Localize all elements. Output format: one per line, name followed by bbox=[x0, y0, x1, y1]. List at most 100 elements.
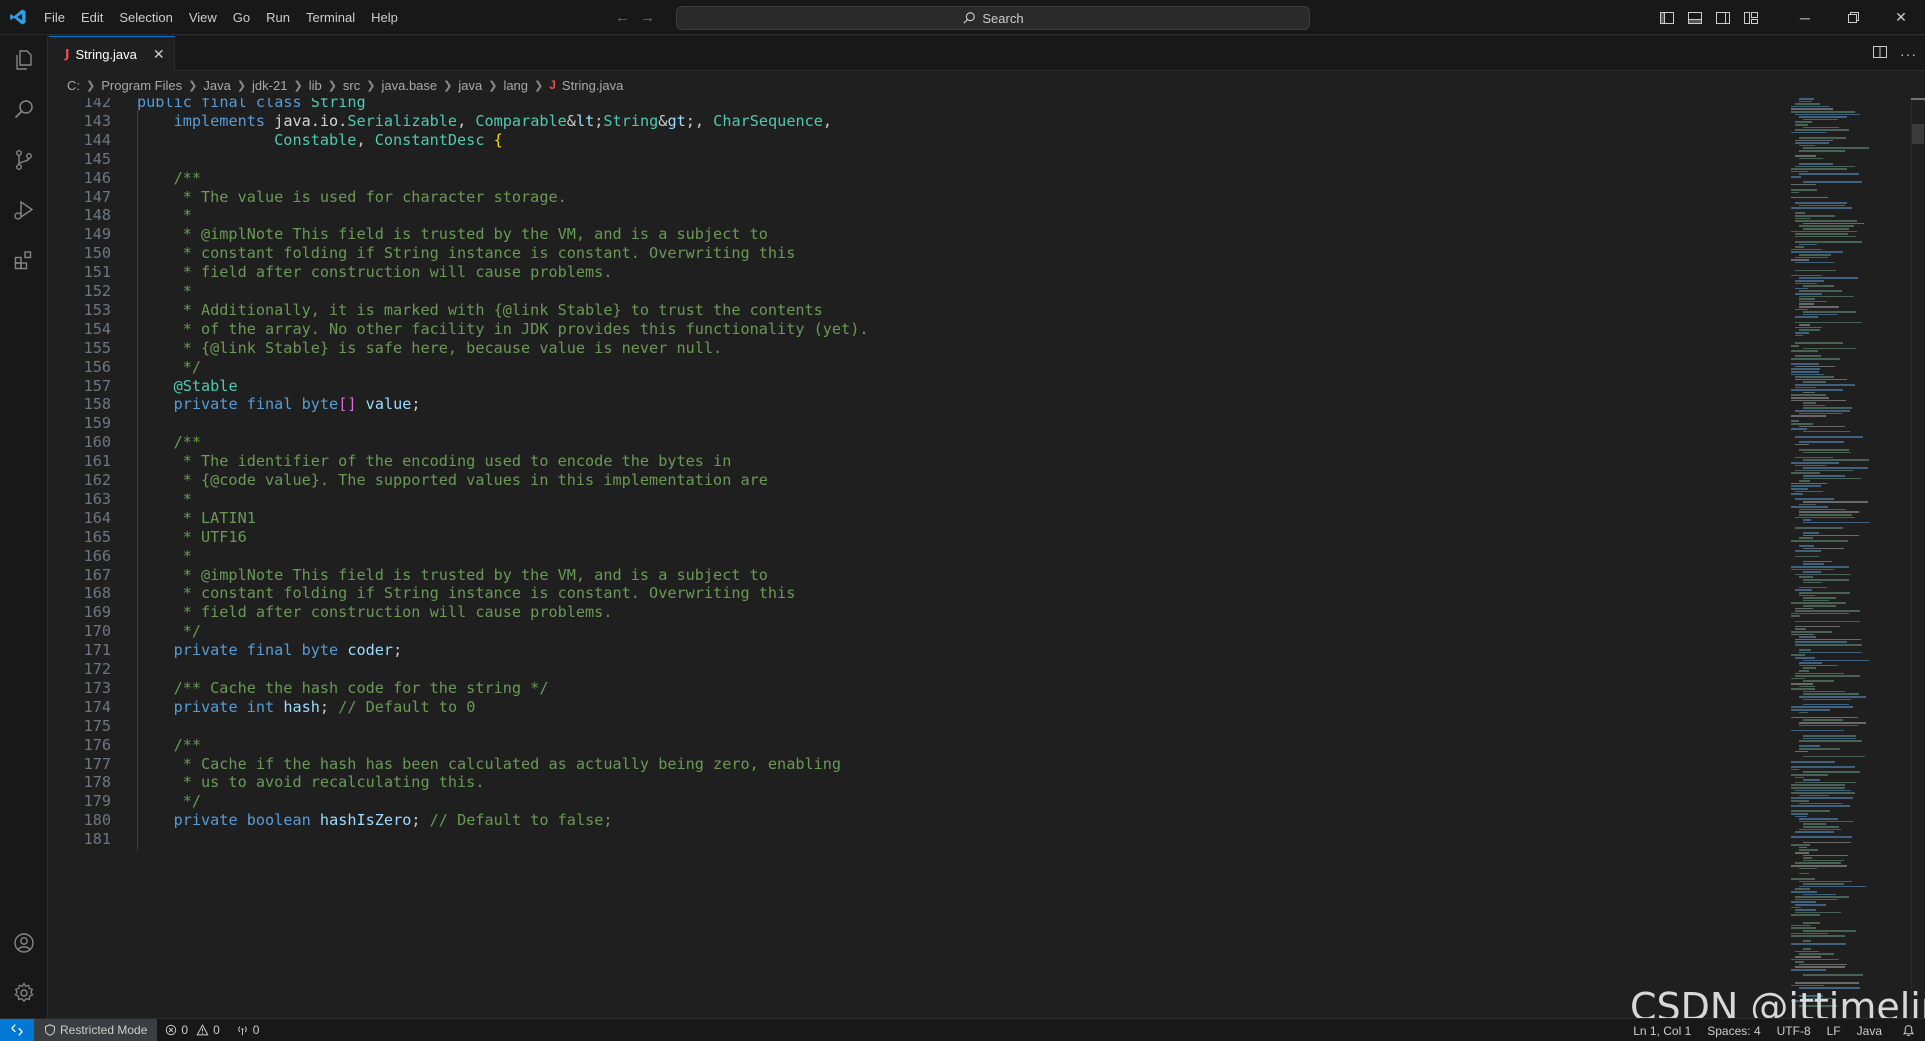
minimap-line bbox=[1803, 841, 1851, 844]
minimap-line bbox=[1795, 202, 1848, 204]
breadcrumb-segment[interactable]: Java bbox=[203, 78, 230, 93]
search-view-icon[interactable] bbox=[0, 85, 48, 135]
split-editor-icon[interactable] bbox=[1872, 44, 1888, 63]
close-window-icon[interactable]: ✕ bbox=[1877, 0, 1925, 35]
minimap-line bbox=[1795, 287, 1809, 290]
minimap-line bbox=[1795, 961, 1805, 963]
breadcrumb-segment[interactable]: Program Files bbox=[101, 78, 182, 93]
problems-indicator[interactable]: 0 0 bbox=[157, 1023, 227, 1037]
title-bar: File Edit Selection View Go Run Terminal Help ←… bbox=[0, 0, 1925, 35]
notifications-bell-icon[interactable] bbox=[1894, 1024, 1925, 1037]
minimap-line bbox=[1799, 441, 1844, 443]
breadcrumb-segment[interactable]: java.base bbox=[381, 78, 437, 93]
minimap-line bbox=[1791, 389, 1843, 391]
code-editor[interactable]: 142 public final class String 143 implemen… bbox=[49, 98, 1925, 1018]
minimap-line bbox=[1803, 771, 1860, 773]
toggle-panel-icon[interactable] bbox=[1681, 0, 1709, 35]
minimap-line bbox=[1803, 430, 1851, 433]
command-center-search[interactable]: Search bbox=[676, 6, 1310, 30]
menu-item[interactable]: Terminal bbox=[298, 0, 363, 35]
code-line: 181 bbox=[49, 828, 1789, 852]
minimap-line bbox=[1803, 222, 1865, 225]
minimap-line bbox=[1803, 854, 1849, 857]
minimap-line bbox=[1791, 568, 1834, 571]
minimap-line bbox=[1791, 189, 1817, 191]
minimap-line bbox=[1791, 677, 1806, 680]
minimap-line bbox=[1791, 373, 1824, 376]
minimap-line bbox=[1795, 573, 1852, 576]
breadcrumb-segment[interactable]: src bbox=[343, 78, 360, 93]
file-encoding[interactable]: UTF-8 bbox=[1769, 1024, 1819, 1038]
minimap-line bbox=[1795, 321, 1862, 324]
menu-item[interactable]: Run bbox=[258, 0, 298, 35]
minimap-line bbox=[1795, 113, 1861, 116]
minimap-line bbox=[1791, 602, 1846, 604]
menu-item[interactable]: Edit bbox=[73, 0, 111, 35]
indentation[interactable]: Spaces: 4 bbox=[1699, 1024, 1768, 1038]
minimap-line bbox=[1791, 633, 1814, 636]
minimap-line bbox=[1803, 690, 1846, 693]
back-arrow-icon[interactable]: ← bbox=[615, 9, 630, 26]
restore-icon[interactable] bbox=[1829, 0, 1877, 35]
manage-gear-icon[interactable] bbox=[0, 968, 48, 1018]
minimap-line bbox=[1795, 308, 1809, 311]
restricted-mode-badge[interactable]: Restricted Mode bbox=[34, 1018, 158, 1041]
customize-layout-icon[interactable] bbox=[1737, 0, 1765, 35]
forward-arrow-icon[interactable]: → bbox=[640, 9, 655, 26]
language-mode[interactable]: Java bbox=[1849, 1024, 1894, 1038]
minimap-line bbox=[1799, 157, 1823, 160]
minimap-line bbox=[1791, 797, 1853, 799]
minimap-line bbox=[1791, 274, 1823, 277]
breadcrumb-segment[interactable]: lang bbox=[503, 78, 528, 93]
minimap[interactable] bbox=[1790, 98, 1912, 1018]
breadcrumb-segment[interactable]: java bbox=[458, 78, 482, 93]
minimap-line bbox=[1795, 911, 1842, 914]
chevron-right-icon: ❯ bbox=[188, 79, 198, 92]
menu-item[interactable]: View bbox=[181, 0, 225, 35]
minimap-line bbox=[1795, 516, 1856, 519]
close-tab-icon[interactable]: ✕ bbox=[153, 46, 165, 63]
menu-item[interactable]: Selection bbox=[111, 0, 180, 35]
minimap-line bbox=[1803, 501, 1869, 503]
minimap-line bbox=[1803, 347, 1857, 350]
minimap-line bbox=[1799, 329, 1820, 331]
breadcrumb-segment[interactable]: lib bbox=[309, 78, 322, 93]
explorer-icon[interactable] bbox=[0, 35, 48, 85]
breadcrumb-segment[interactable]: jdk-21 bbox=[252, 78, 287, 93]
minimap-line bbox=[1795, 555, 1820, 558]
minimap-line bbox=[1799, 963, 1848, 966]
minimap-line bbox=[1799, 306, 1839, 308]
minimap-line bbox=[1791, 969, 1826, 971]
minimap-line bbox=[1803, 311, 1857, 313]
breadcrumb-file[interactable]: String.java bbox=[562, 78, 623, 93]
minimap-line bbox=[1795, 103, 1821, 105]
tab-string-java[interactable]: J String.java ✕ bbox=[49, 36, 175, 71]
minimap-line bbox=[1795, 909, 1816, 911]
minimap-line bbox=[1803, 285, 1834, 287]
chevron-right-icon: ❯ bbox=[366, 79, 376, 92]
warning-icon bbox=[196, 1024, 209, 1036]
ports-indicator[interactable]: 0 bbox=[228, 1023, 268, 1037]
minimap-line bbox=[1795, 233, 1849, 235]
more-actions-icon[interactable]: ··· bbox=[1900, 46, 1917, 62]
menu-item[interactable]: Help bbox=[363, 0, 406, 35]
accounts-icon[interactable] bbox=[0, 918, 48, 968]
scrollbar-thumb[interactable] bbox=[1912, 124, 1924, 144]
run-debug-icon[interactable] bbox=[0, 185, 48, 235]
minimap-line bbox=[1799, 586, 1828, 589]
menu-item[interactable]: File bbox=[36, 0, 73, 35]
toggle-secondary-sidebar-icon[interactable] bbox=[1709, 0, 1737, 35]
extensions-icon[interactable] bbox=[0, 235, 48, 285]
end-of-line[interactable]: LF bbox=[1819, 1024, 1849, 1038]
cursor-position[interactable]: Ln 1, Col 1 bbox=[1625, 1024, 1699, 1038]
minimap-line bbox=[1799, 828, 1841, 831]
vertical-scrollbar[interactable] bbox=[1911, 98, 1925, 1018]
minimap-line bbox=[1803, 693, 1860, 695]
toggle-primary-sidebar-icon[interactable] bbox=[1653, 0, 1681, 35]
minimize-icon[interactable]: ─ bbox=[1781, 0, 1829, 35]
menu-item[interactable]: Go bbox=[225, 0, 258, 35]
source-control-icon[interactable] bbox=[0, 135, 48, 185]
minimap-line bbox=[1791, 462, 1840, 464]
breadcrumb-segment[interactable]: C: bbox=[67, 78, 80, 93]
remote-indicator-icon[interactable] bbox=[0, 1018, 34, 1041]
